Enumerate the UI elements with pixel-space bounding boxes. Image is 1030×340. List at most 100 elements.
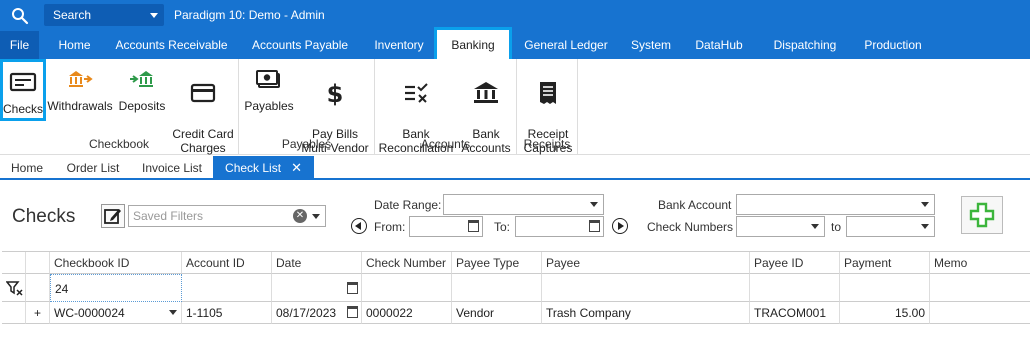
to-date-field[interactable] xyxy=(515,216,604,237)
chevron-left-icon xyxy=(355,222,361,230)
date-range-select[interactable] xyxy=(443,194,604,215)
ribbon-group-accounts-label: Accounts xyxy=(420,137,471,151)
withdrawals-label: Withdrawals xyxy=(47,99,113,113)
edit-icon xyxy=(104,209,121,224)
payee-id-filter-input[interactable] xyxy=(750,274,840,302)
cell-checkbook-id[interactable]: WC-0000024 xyxy=(50,302,182,324)
deposit-icon xyxy=(130,71,153,87)
menu-accounts-receivable[interactable]: Accounts Receivable xyxy=(108,31,235,59)
cell-date-value: 08/17/2023 xyxy=(276,306,337,320)
tab-check-list[interactable]: Check List ✕ xyxy=(213,156,314,180)
payment-filter-input[interactable] xyxy=(840,274,930,302)
check-numbers-from-select[interactable] xyxy=(736,216,825,237)
receipt-captures-button[interactable]: Receipt Captures xyxy=(520,59,576,155)
clear-icon[interactable]: ✕ xyxy=(293,209,307,223)
credit-card-icon xyxy=(190,83,216,103)
date-filter-input[interactable] xyxy=(272,274,362,302)
previous-date-button[interactable] xyxy=(351,218,367,234)
cell-checkbook-id-value: WC-0000024 xyxy=(54,306,125,320)
title-bar: Search Paradigm 10: Demo - Admin xyxy=(0,0,1030,31)
clear-filter-button[interactable] xyxy=(2,274,26,302)
chevron-down-icon[interactable] xyxy=(312,214,320,219)
ribbon-group-accounts: Bank Reconciliation Bank Accounts Accoun… xyxy=(375,59,517,155)
menu-home[interactable]: Home xyxy=(47,31,102,59)
close-icon[interactable]: ✕ xyxy=(291,156,302,180)
column-header-payee-id[interactable]: Payee ID xyxy=(750,252,840,274)
memo-filter-input[interactable] xyxy=(930,274,1030,302)
column-header-payee[interactable]: Payee xyxy=(542,252,750,274)
tab-home[interactable]: Home xyxy=(0,156,54,180)
column-header-memo[interactable]: Memo xyxy=(930,252,1030,274)
chevron-down-icon[interactable] xyxy=(169,310,177,315)
ribbon-group-payables: Payables $ Pay Bills Multi-Vendor Payabl… xyxy=(239,59,375,155)
chevron-right-icon xyxy=(618,222,624,230)
cell-date[interactable]: 08/17/2023 xyxy=(272,302,362,324)
checks-label: Checks xyxy=(3,102,44,116)
calendar-icon[interactable] xyxy=(589,220,600,232)
cell-payment[interactable]: 15.00 xyxy=(840,302,930,324)
bank-account-select[interactable] xyxy=(736,194,935,215)
ribbon-group-receipts-label: Receipts xyxy=(523,137,571,151)
calendar-icon[interactable] xyxy=(468,220,479,232)
check-number-filter-input[interactable] xyxy=(362,274,452,302)
cell-payee[interactable]: Trash Company xyxy=(542,302,750,324)
tab-order-list[interactable]: Order List xyxy=(56,156,130,180)
cell-account-id[interactable]: 1-1105 xyxy=(182,302,272,324)
column-header-payment[interactable]: Payment xyxy=(840,252,930,274)
payables-button[interactable]: Payables xyxy=(241,59,297,121)
bank-reconciliation-button[interactable]: Bank Reconciliation xyxy=(378,59,454,155)
deposits-button[interactable]: Deposits xyxy=(114,59,170,121)
from-date-field[interactable] xyxy=(409,216,483,237)
menu-dispatching[interactable]: Dispatching xyxy=(764,31,846,59)
chevron-down-icon xyxy=(921,224,929,229)
chevron-down-icon xyxy=(811,224,819,229)
search-icon[interactable] xyxy=(11,7,29,25)
document-tabs: Home Order List Invoice List Check List ✕ xyxy=(0,156,1030,180)
credit-card-charges-button[interactable]: Credit Card Charges xyxy=(170,59,236,155)
menu-general-ledger[interactable]: General Ledger xyxy=(516,31,616,59)
menu-production[interactable]: Production xyxy=(856,31,930,59)
column-header-account-id[interactable]: Account ID xyxy=(182,252,272,274)
global-search-label: Search xyxy=(53,8,92,22)
ribbon-group-checkbook-label: Checkbook xyxy=(88,137,150,151)
withdrawals-button[interactable]: Withdrawals xyxy=(46,59,114,121)
ribbon: Checks Withdrawals Deposits Credit Card … xyxy=(0,59,1030,155)
expand-row-button[interactable]: + xyxy=(26,302,50,324)
column-header-check-number[interactable]: Check Number xyxy=(362,252,452,274)
checkbook-id-filter-input[interactable]: 24 xyxy=(50,274,182,302)
saved-filters-input[interactable]: Saved Filters ✕ xyxy=(128,205,326,227)
column-header-payee-type[interactable]: Payee Type xyxy=(452,252,542,274)
payee-filter-input[interactable] xyxy=(542,274,750,302)
bank-accounts-button[interactable]: Bank Accounts xyxy=(458,59,514,155)
menu-inventory[interactable]: Inventory xyxy=(364,31,434,59)
add-check-button[interactable] xyxy=(961,196,1003,234)
menu-datahub[interactable]: DataHub xyxy=(688,31,750,59)
checks-button[interactable]: Checks xyxy=(0,59,46,121)
menu-banking[interactable]: Banking xyxy=(434,27,512,59)
payee-type-filter-input[interactable] xyxy=(452,274,542,302)
column-header-checkbook-id[interactable]: Checkbook ID xyxy=(50,252,182,274)
row-indicator xyxy=(2,302,26,324)
global-search-dropdown[interactable]: Search xyxy=(44,4,164,26)
tab-invoice-list[interactable]: Invoice List xyxy=(132,156,212,180)
menu-system[interactable]: System xyxy=(624,31,678,59)
edit-filter-button[interactable] xyxy=(101,204,125,228)
app-title: Paradigm 10: Demo - Admin xyxy=(174,8,325,22)
calendar-icon[interactable] xyxy=(347,306,358,318)
column-header-date[interactable]: Date xyxy=(272,252,362,274)
cell-check-number[interactable]: 0000022 xyxy=(362,302,452,324)
pay-bills-multi-vendor-button[interactable]: $ Pay Bills Multi-Vendor xyxy=(297,59,373,155)
cell-memo[interactable] xyxy=(930,302,1030,324)
next-date-button[interactable] xyxy=(612,218,628,234)
account-id-filter-input[interactable] xyxy=(182,274,272,302)
check-numbers-to-select[interactable] xyxy=(846,216,935,237)
calendar-icon[interactable] xyxy=(347,282,358,294)
menu-file[interactable]: File xyxy=(0,31,39,59)
menu-accounts-payable[interactable]: Accounts Payable xyxy=(244,31,356,59)
date-range-label: Date Range: xyxy=(374,198,442,212)
page-title: Checks xyxy=(12,206,76,227)
saved-filters-placeholder: Saved Filters xyxy=(133,209,204,223)
cell-payee-type[interactable]: Vendor xyxy=(452,302,542,324)
cell-payee-id[interactable]: TRACOM001 xyxy=(750,302,840,324)
chevron-down-icon xyxy=(150,13,158,18)
